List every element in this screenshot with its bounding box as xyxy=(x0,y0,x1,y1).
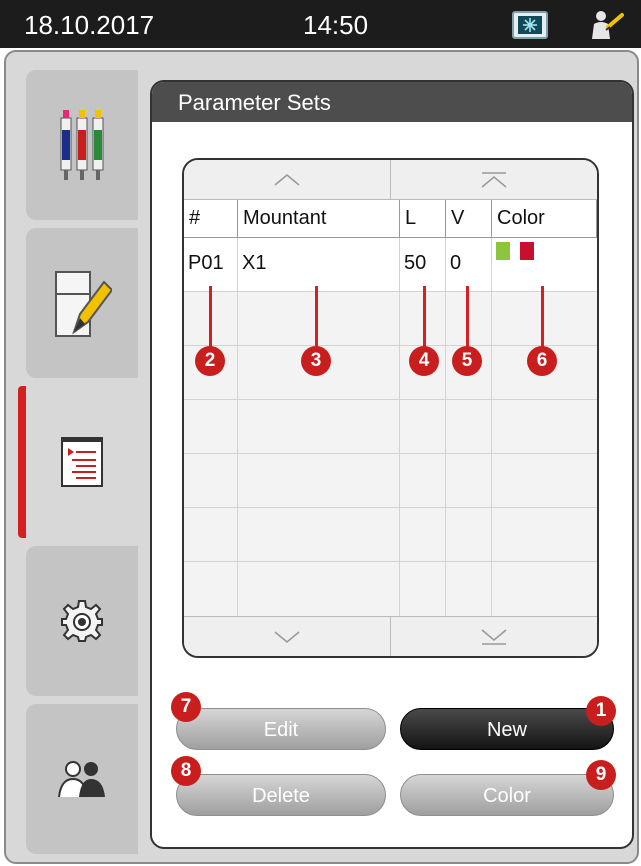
callout-marker-9: 9 xyxy=(586,760,616,790)
nav-tab-notes[interactable] xyxy=(26,228,138,378)
table-row xyxy=(184,454,597,508)
row-v-cell: 0 xyxy=(446,238,492,291)
color-button[interactable]: Color xyxy=(400,774,614,816)
reagent-bottles-icon xyxy=(60,110,104,180)
new-button[interactable]: New xyxy=(400,708,614,750)
scroll-down-button[interactable] xyxy=(184,617,390,656)
row-mountant-cell: X1 xyxy=(238,238,400,291)
parameter-table: # Mountant L V Color P01 X1 50 0 xyxy=(182,158,599,658)
nav-tab-user[interactable] xyxy=(26,704,138,854)
callout-line-4 xyxy=(423,286,426,348)
status-time: 14:50 xyxy=(303,10,369,40)
color-swatch-red xyxy=(520,242,534,260)
row-number-cell: P01 xyxy=(184,238,238,291)
callout-line-2 xyxy=(209,286,212,348)
pencil-note-icon xyxy=(55,271,112,337)
scroll-to-top-button[interactable] xyxy=(390,160,597,199)
parameter-list-icon xyxy=(61,437,103,487)
column-header-mountant: Mountant xyxy=(238,200,400,237)
callout-line-3 xyxy=(315,286,318,348)
callout-marker-3: 3 xyxy=(301,346,331,376)
nav-tab-settings[interactable] xyxy=(26,546,138,696)
callout-marker-6: 6 xyxy=(527,346,557,376)
callout-marker-8: 8 xyxy=(171,756,201,786)
callout-line-6 xyxy=(541,286,544,348)
color-swatch-green xyxy=(496,242,510,260)
callout-marker-5: 5 xyxy=(452,346,482,376)
user-group-icon xyxy=(58,761,105,798)
gear-icon xyxy=(61,600,103,642)
edit-button[interactable]: Edit xyxy=(176,708,386,750)
table-header-row: # Mountant L V Color xyxy=(184,200,597,238)
table-scroll-top xyxy=(184,160,597,200)
callout-line-5 xyxy=(466,286,469,348)
nav-active-indicator xyxy=(18,386,26,538)
snowflake-screen-icon[interactable] xyxy=(512,11,548,39)
column-header-number: # xyxy=(184,200,238,237)
scroll-up-button[interactable] xyxy=(184,160,390,199)
table-row xyxy=(184,508,597,562)
table-grid: # Mountant L V Color P01 X1 50 0 xyxy=(184,200,597,616)
table-row xyxy=(184,292,597,346)
nav-tab-parameter-sets[interactable] xyxy=(26,386,138,538)
row-color-cell xyxy=(492,238,597,291)
chevron-to-bottom-icon xyxy=(481,628,507,645)
chevron-up-icon xyxy=(274,173,300,186)
callout-marker-1: 1 xyxy=(586,696,616,726)
column-header-color: Color xyxy=(492,200,597,237)
scroll-to-bottom-button[interactable] xyxy=(390,617,597,656)
panel-title: Parameter Sets xyxy=(152,82,632,122)
status-date: 18.10.2017 xyxy=(24,10,155,40)
table-row xyxy=(184,562,597,616)
callout-marker-4: 4 xyxy=(409,346,439,376)
callout-marker-7: 7 xyxy=(171,692,201,722)
chevron-to-top-icon xyxy=(481,171,507,188)
callout-marker-2: 2 xyxy=(195,346,225,376)
user-supervisor-icon[interactable] xyxy=(586,9,626,41)
table-row[interactable]: P01 X1 50 0 xyxy=(184,238,597,292)
delete-button[interactable]: Delete xyxy=(176,774,386,816)
table-scroll-bottom xyxy=(184,616,597,656)
nav-tab-reagents[interactable] xyxy=(26,70,138,220)
column-header-v: V xyxy=(446,200,492,237)
status-bar: 18.10.2017 14:50 xyxy=(0,0,641,48)
row-l-cell: 50 xyxy=(400,238,446,291)
table-row xyxy=(184,400,597,454)
column-header-l: L xyxy=(400,200,446,237)
chevron-down-icon xyxy=(274,630,300,643)
